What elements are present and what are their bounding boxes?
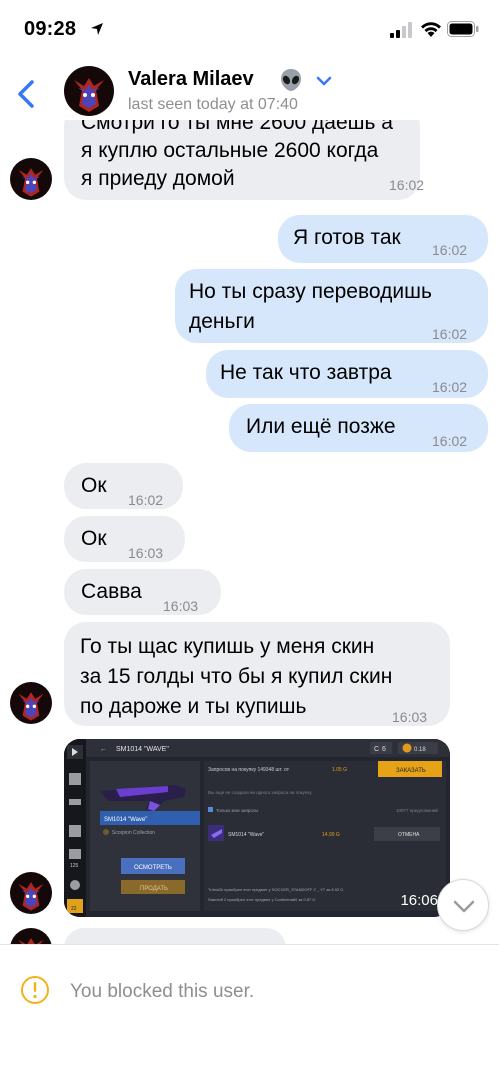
incoming-message[interactable]: Го ты щас купишь у меня скин за 15 голды…	[64, 622, 450, 726]
message-text-line: Не так что завтра	[220, 361, 392, 384]
message-time: 16:02	[432, 326, 468, 342]
svg-text:←: ←	[100, 746, 107, 753]
message-time: 16:02	[128, 492, 164, 508]
message-text-line: Савва	[81, 580, 142, 603]
game-inspect-button: ОСМОТРЕТЬ	[134, 865, 172, 871]
cellular-signal-icon	[390, 22, 412, 38]
message-time: 16:03	[163, 598, 199, 614]
message-time: 16:03	[128, 545, 164, 561]
game-gold: 0.18	[414, 747, 426, 753]
incoming-message[interactable]: Савва 16:03	[64, 569, 221, 615]
blocked-user-text: You blocked this user.	[70, 981, 255, 1002]
game-collection: Scorpion Collection	[112, 830, 155, 836]
game-request-label: Запросов на покупку 149348 шт. от	[208, 767, 290, 773]
game-screenshot: 125 22 ← SM1014 "WAVE" C 6 0.18 SM1014 "…	[64, 739, 450, 917]
message-list[interactable]: Смотри го ты мне 2600 даешь а я куплю ос…	[0, 120, 499, 944]
contact-name[interactable]: Valera Milaev	[128, 68, 254, 91]
message-text-line: я приеду домой	[81, 167, 235, 190]
chevron-down-icon[interactable]	[316, 74, 332, 88]
status-bar: 09:28	[0, 0, 499, 56]
game-cancel-button: ОТМЕНА	[398, 832, 420, 838]
incoming-message[interactable]: Ок 16:03	[64, 516, 185, 562]
message-time: 16:02	[432, 379, 468, 395]
game-level: 125	[70, 863, 79, 869]
message-text-line: Я готов так	[293, 226, 401, 249]
game-offers: 10077 предложений	[396, 807, 438, 813]
status-time: 09:28	[24, 18, 77, 40]
message-text-line: Ок	[81, 527, 107, 550]
outgoing-message[interactable]: Не так что завтра 16:02	[206, 350, 488, 398]
game-item-price: 14.99 G	[322, 832, 340, 838]
message-text-line: Го ты щас купишь у меня скин	[80, 635, 375, 658]
message-time: 16:02	[432, 433, 468, 449]
game-only-my: Только мои запросы	[216, 808, 258, 813]
game-log-2: Standoff 2 приобрел этот предмет у Conti…	[208, 897, 316, 902]
svg-text:C: C	[374, 746, 379, 753]
message-text-line: Но ты сразу переводишь	[189, 280, 432, 303]
incoming-message[interactable]: Смотри го ты мне 2600 даешь а я куплю ос…	[64, 120, 424, 200]
message-text-line: за 15 голды что бы я купил скин	[80, 665, 393, 688]
game-mail-count: 22	[71, 906, 77, 912]
blocked-footer: You blocked this user.	[0, 944, 499, 1080]
location-arrow-icon	[91, 23, 103, 35]
contact-avatar-small[interactable]	[10, 158, 52, 200]
back-chevron-icon[interactable]	[10, 76, 40, 112]
last-seen-status: last seen today at 07:40	[128, 96, 298, 113]
photo-message[interactable]: 125 22 ← SM1014 "WAVE" C 6 0.18 SM1014 "…	[64, 739, 450, 917]
incoming-message[interactable]	[64, 928, 286, 944]
contact-avatar[interactable]	[64, 66, 114, 116]
wifi-icon	[421, 22, 441, 37]
contact-avatar-small[interactable]	[10, 872, 52, 914]
incoming-message[interactable]: Ок 16:02	[64, 463, 183, 509]
warning-icon	[21, 976, 49, 1004]
message-text-line: по дароже и ты купишь	[80, 695, 307, 718]
chat-header: Valera Milaev last seen today at 07:40	[0, 56, 499, 124]
message-time: 16:03	[392, 709, 428, 725]
outgoing-message[interactable]: Но ты сразу переводишь деньги 16:02	[175, 269, 488, 343]
game-order-button: ЗАКАЗАТЬ	[396, 768, 426, 774]
game-sell-button: ПРОДАТЬ	[140, 886, 168, 892]
game-coins: 6	[382, 746, 386, 753]
scroll-to-bottom-button[interactable]	[437, 879, 489, 931]
message-text-line: деньги	[189, 310, 255, 333]
game-log-1: Tr4nsl2k приобрел этот предмет у SOCCER_…	[208, 887, 343, 892]
outgoing-message[interactable]: Или ещё позже 16:02	[229, 404, 488, 452]
alien-emoji-icon	[281, 69, 301, 91]
game-no-requests: Вы еще не создали ни одного запроса на п…	[208, 790, 312, 795]
message-text-line: я куплю остальные 2600 когда	[81, 139, 379, 162]
message-text-line: Или ещё позже	[246, 415, 396, 438]
game-item-name: SM1014 "Wave"	[104, 817, 147, 823]
outgoing-message[interactable]: Я готов так 16:02	[278, 215, 488, 263]
battery-icon	[447, 21, 479, 37]
game-item-title: SM1014 "WAVE"	[116, 746, 169, 753]
game-item-row-name: SM1014 "Wave"	[228, 832, 264, 838]
chevron-down-icon	[453, 900, 475, 913]
contact-avatar-small[interactable]	[10, 682, 52, 724]
message-time: 16:02	[432, 242, 468, 258]
contact-avatar-small[interactable]	[10, 928, 52, 944]
message-time: 16:02	[389, 177, 425, 193]
message-text-line: Ок	[81, 474, 107, 497]
message-time: 16:06	[400, 892, 438, 909]
game-request-price: 1.05 G	[332, 767, 347, 773]
